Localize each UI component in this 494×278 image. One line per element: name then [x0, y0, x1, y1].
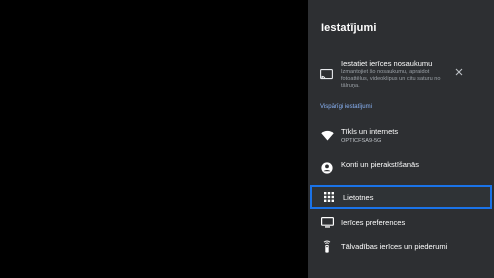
close-icon[interactable]	[452, 65, 466, 79]
remote-icon	[320, 239, 334, 253]
settings-item-label: Tīkls un internets	[341, 127, 399, 136]
notice-title: Iestatiet ierīces nosaukumu	[341, 59, 433, 68]
settings-item-network[interactable]: Tīkls un internets OPTICFSA9-5G	[308, 122, 494, 152]
settings-item-remotes[interactable]: Tālvadības ierīces un piederumi	[308, 235, 494, 259]
settings-item-label: Lietotnes	[343, 193, 374, 202]
tv-icon	[320, 215, 334, 229]
settings-item-label: Konti un pierakstīšanās	[341, 160, 419, 169]
settings-item-label: Tālvadības ierīces un piederumi	[341, 242, 448, 251]
tv-screen: Iestatījumi Iestatiet ierīces nosaukumu …	[0, 0, 494, 278]
settings-item-subtitle: OPTICFSA9-5G	[341, 138, 382, 144]
wifi-icon	[320, 128, 334, 142]
page-title: Iestatījumi	[321, 22, 377, 34]
settings-item-label: Ierīces preferences	[341, 218, 406, 227]
notice-description: Izmantojiet šo nosaukumu, apraidot fotoa…	[341, 69, 441, 89]
section-header-general: Vispārīgi iestatījumi	[320, 104, 372, 110]
cast-icon	[320, 67, 333, 80]
settings-item-apps[interactable]: Lietotnes	[310, 185, 492, 209]
settings-item-device-preferences[interactable]: Ierīces preferences	[308, 211, 494, 235]
account-icon	[320, 161, 334, 175]
apps-grid-icon	[322, 190, 336, 204]
background-area	[0, 0, 308, 278]
device-name-notice[interactable]: Iestatiet ierīces nosaukumu Izmantojiet …	[308, 52, 494, 98]
settings-panel: Iestatījumi Iestatiet ierīces nosaukumu …	[308, 0, 494, 278]
settings-item-accounts[interactable]: Konti un pierakstīšanās	[308, 156, 494, 180]
